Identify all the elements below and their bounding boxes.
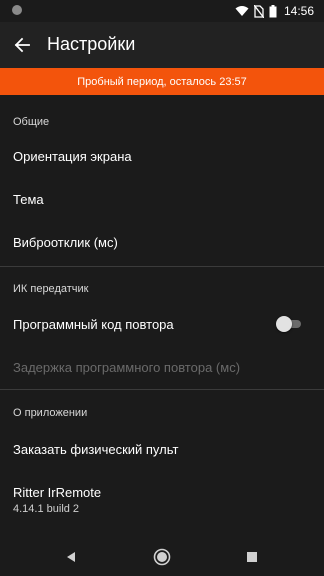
notification-dot-icon — [12, 5, 22, 15]
battery-icon — [269, 4, 277, 17]
nav-back-button[interactable] — [60, 546, 82, 568]
nav-home-button[interactable] — [151, 546, 173, 568]
section-header-about: О приложении — [13, 407, 88, 419]
pref-label: Ориентация экрана — [13, 149, 132, 164]
pref-label: Заказать физический пульт — [13, 442, 179, 457]
app-name: Ritter IrRemote — [13, 485, 102, 500]
toggle-thumb — [276, 316, 292, 332]
pref-label: Виброотклик (мс) — [13, 235, 118, 250]
nav-recents-button[interactable] — [241, 546, 263, 568]
status-time: 14:56 — [283, 4, 314, 18]
back-triangle-icon — [67, 552, 75, 562]
divider — [0, 389, 324, 390]
pref-theme[interactable]: Тема — [0, 181, 324, 217]
pref-repeat-code[interactable]: Программный код повтора — [0, 306, 324, 342]
pref-label: Тема — [13, 192, 44, 207]
repeat-code-toggle[interactable] — [276, 316, 302, 332]
status-bar: 14:56 — [0, 0, 324, 22]
divider — [0, 266, 324, 267]
page-title: Настройки — [47, 34, 136, 54]
system-nav-bar — [0, 538, 324, 576]
section-header-general: Общие — [13, 116, 50, 128]
arrow-back-icon — [14, 37, 30, 53]
status-icons: 14:56 — [235, 3, 314, 19]
pref-screen-orientation[interactable]: Ориентация экрана — [0, 138, 324, 174]
pref-label-disabled: Задержка программного повтора (мс) — [13, 360, 241, 375]
pref-order-remote[interactable]: Заказать физический пульт — [0, 431, 324, 467]
home-circle-icon — [153, 548, 171, 566]
pref-label: Программный код повтора — [13, 317, 174, 332]
trial-banner-text: Пробный период, осталось 23:57 — [77, 75, 247, 88]
no-sim-icon — [253, 4, 264, 18]
trial-banner: Пробный период, осталось 23:57 — [0, 68, 324, 95]
section-header-ir: ИК передатчик — [13, 283, 89, 295]
app-version: 4.14.1 build 2 — [13, 503, 80, 515]
back-button[interactable] — [8, 31, 36, 59]
recents-square-icon — [247, 552, 257, 562]
app-bar: Настройки — [0, 22, 324, 68]
pref-repeat-delay: Задержка программного повтора (мс) — [0, 349, 324, 385]
wifi-icon — [235, 6, 249, 16]
pref-haptic-feedback[interactable]: Виброотклик (мс) — [0, 224, 324, 260]
